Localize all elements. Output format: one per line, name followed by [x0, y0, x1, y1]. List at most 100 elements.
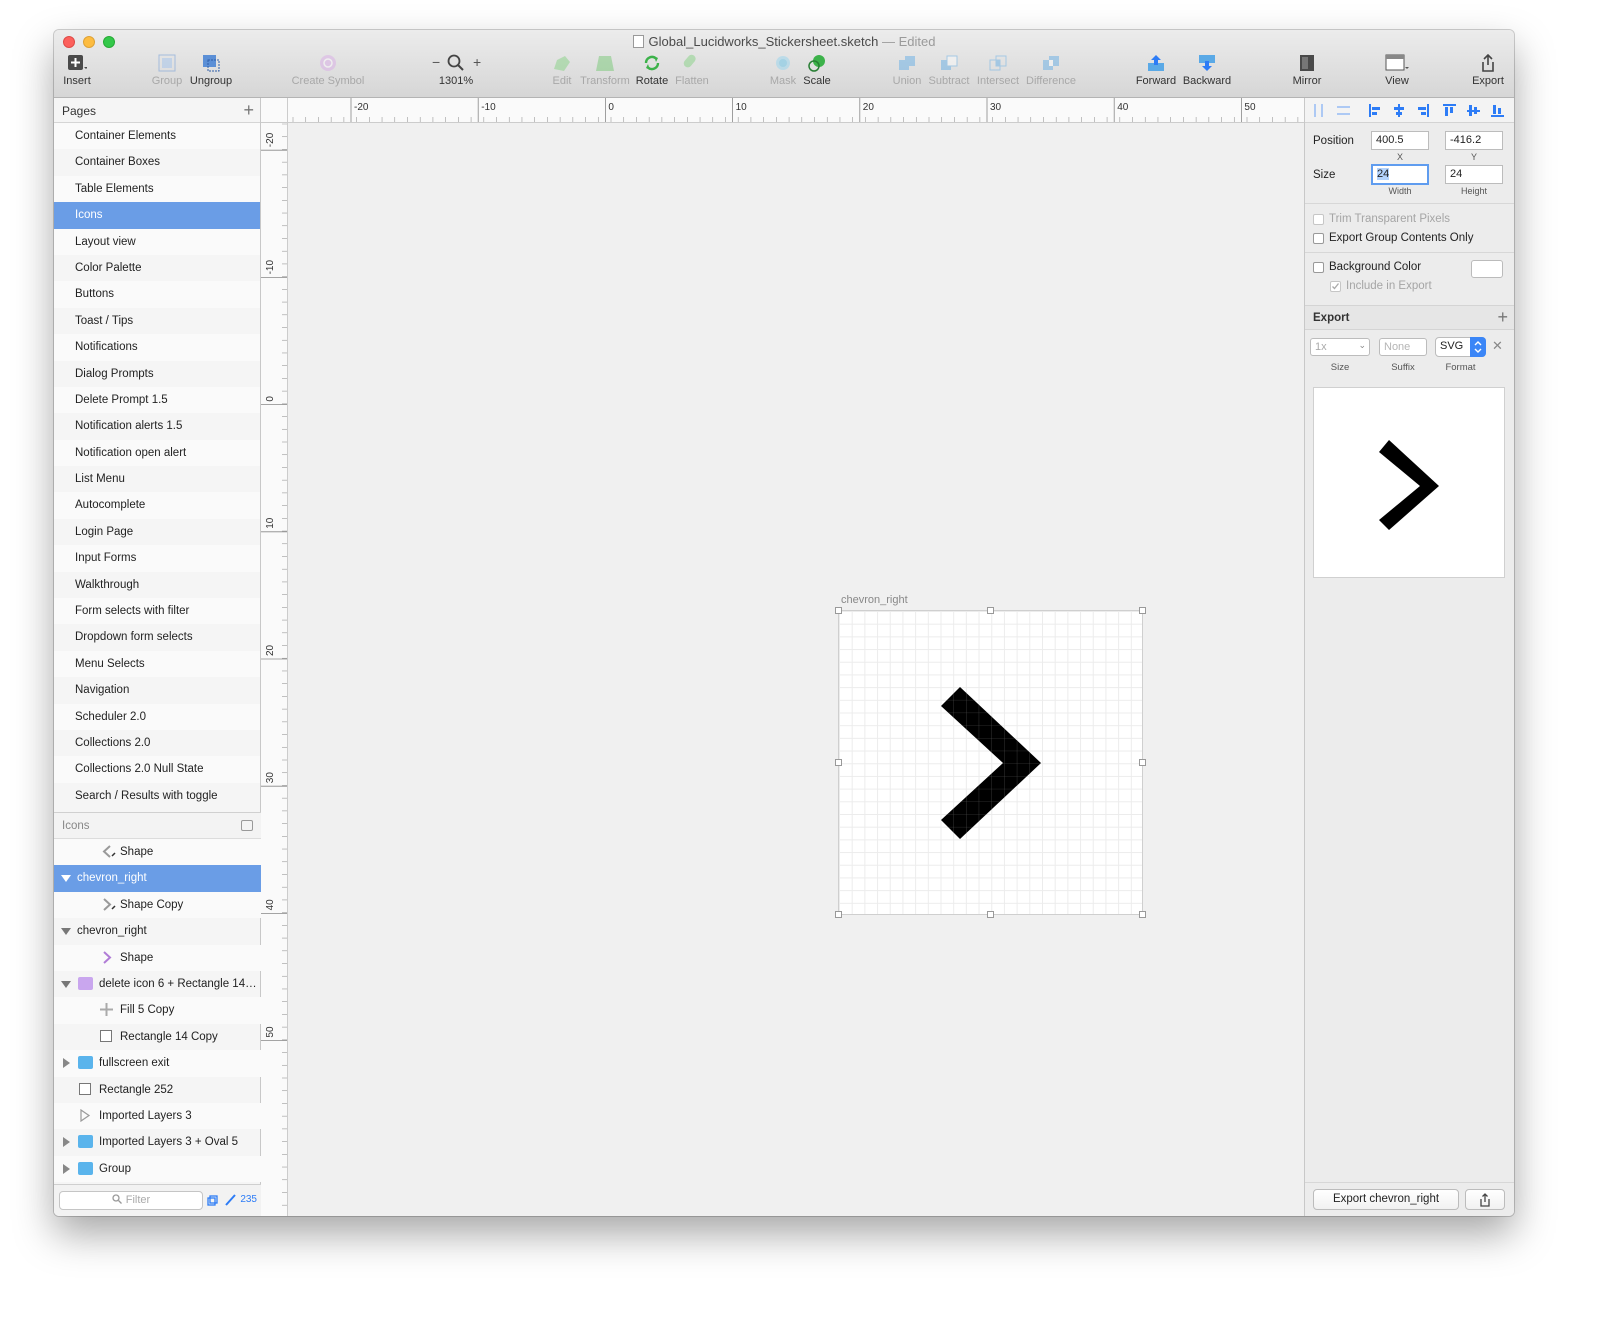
- artboard[interactable]: [835, 607, 1146, 918]
- resize-handle[interactable]: [987, 607, 994, 614]
- page-item[interactable]: Container Boxes: [54, 149, 260, 175]
- include-in-export-checkbox[interactable]: [1330, 281, 1341, 292]
- disclosure-triangle-icon[interactable]: [63, 1163, 70, 1174]
- disclosure-triangle-icon[interactable]: [61, 980, 71, 988]
- align-left-icon[interactable]: [1369, 104, 1381, 117]
- layer-item-selected[interactable]: chevron_right: [54, 865, 261, 892]
- resize-handle[interactable]: [987, 911, 994, 918]
- height-field[interactable]: 24: [1445, 165, 1503, 184]
- artboard-title[interactable]: chevron_right: [841, 594, 908, 606]
- remove-export-button[interactable]: ✕: [1492, 338, 1503, 354]
- page-item[interactable]: Login Page: [54, 519, 260, 545]
- layer-item[interactable]: delete icon 6 + Rectangle 14…: [54, 971, 261, 997]
- layer-item[interactable]: Imported Layers 3 + Oval 5: [54, 1129, 261, 1155]
- export-group-contents-checkbox[interactable]: [1313, 233, 1324, 244]
- page-item[interactable]: Delete Prompt 1.5: [54, 386, 260, 414]
- trim-transparent-checkbox[interactable]: [1313, 214, 1324, 225]
- export-size-select[interactable]: 1x ⌄: [1310, 338, 1370, 356]
- width-field[interactable]: 24: [1371, 164, 1429, 185]
- page-item[interactable]: Icons: [54, 202, 260, 229]
- page-item[interactable]: Autocomplete: [54, 492, 260, 519]
- slice-filter-icon[interactable]: [225, 1194, 236, 1206]
- page-item[interactable]: Notification open alert: [54, 439, 260, 467]
- resize-handle[interactable]: [1139, 759, 1146, 766]
- align-vertical-center-icon[interactable]: [1467, 104, 1480, 117]
- layer-item[interactable]: Imported Layers 3: [54, 1102, 261, 1130]
- page-item[interactable]: Buttons: [54, 281, 260, 308]
- export-format-select[interactable]: SVG: [1435, 337, 1486, 357]
- canvas[interactable]: chevron_right: [288, 123, 1304, 1216]
- resize-handle[interactable]: [1139, 911, 1146, 918]
- layer-item[interactable]: fullscreen exit: [54, 1050, 261, 1077]
- page-item[interactable]: Collections 2.0: [54, 730, 260, 756]
- page-item[interactable]: Form selects with filter: [54, 598, 260, 625]
- page-item[interactable]: Color Palette: [54, 255, 260, 281]
- disclosure-triangle-icon[interactable]: [61, 875, 71, 883]
- layer-item[interactable]: Shape: [54, 839, 261, 866]
- transform-button[interactable]: Transform: [580, 54, 630, 87]
- distribute-vertical-icon[interactable]: [1337, 104, 1350, 117]
- difference-button[interactable]: Difference: [1024, 54, 1078, 87]
- resize-handle[interactable]: [835, 911, 842, 918]
- distribute-horizontal-icon[interactable]: [1313, 104, 1325, 117]
- page-item[interactable]: Dropdown form selects: [54, 624, 260, 650]
- share-button[interactable]: [1465, 1189, 1505, 1210]
- add-page-button[interactable]: +: [243, 100, 254, 121]
- resize-handle[interactable]: [1139, 607, 1146, 614]
- group-button[interactable]: Group: [150, 54, 184, 87]
- subtract-button[interactable]: Subtract: [928, 54, 970, 87]
- background-color-checkbox[interactable]: [1313, 262, 1324, 273]
- page-item[interactable]: Notification alerts 1.5: [54, 413, 260, 439]
- chevron-right-icon[interactable]: [839, 611, 1144, 916]
- backward-button[interactable]: Backward: [1182, 54, 1232, 87]
- page-item[interactable]: Scheduler 2.0: [54, 703, 260, 730]
- rotate-button[interactable]: Rotate: [634, 54, 670, 87]
- page-item[interactable]: Input Forms: [54, 545, 260, 572]
- mirror-button[interactable]: Mirror: [1290, 54, 1324, 87]
- insert-button[interactable]: Insert: [62, 54, 92, 87]
- zoom-out-button[interactable]: −: [432, 54, 440, 70]
- layer-item[interactable]: Rectangle 14 Copy: [54, 1024, 261, 1050]
- layer-item[interactable]: Shape Copy: [54, 891, 261, 919]
- mask-button[interactable]: Mask: [766, 54, 800, 87]
- zoom-in-button[interactable]: +: [473, 54, 481, 70]
- create-symbol-button[interactable]: Create Symbol: [288, 54, 368, 87]
- scale-button[interactable]: Scale: [802, 54, 832, 87]
- intersect-button[interactable]: Intersect: [976, 54, 1020, 87]
- page-item[interactable]: Toast / Tips: [54, 308, 260, 334]
- page-item[interactable]: Layout view: [54, 228, 260, 255]
- page-item[interactable]: Notifications: [54, 334, 260, 361]
- horizontal-ruler[interactable]: -20 -10 0 10 20 30 40 50: [288, 98, 1304, 123]
- position-y-field[interactable]: -416.2: [1445, 131, 1503, 150]
- align-bottom-icon[interactable]: [1491, 104, 1504, 117]
- zoom-control[interactable]: − + 1301%: [426, 54, 486, 87]
- add-export-button[interactable]: +: [1497, 307, 1508, 328]
- edit-button[interactable]: Edit: [546, 54, 578, 87]
- ungroup-button[interactable]: Ungroup: [188, 54, 234, 87]
- resize-handle[interactable]: [835, 759, 842, 766]
- vertical-ruler[interactable]: -20 -10 0 10 20 30 40 50: [261, 123, 288, 1216]
- background-color-well[interactable]: [1471, 260, 1503, 278]
- layer-item[interactable]: Rectangle 252: [54, 1077, 261, 1103]
- align-horizontal-center-icon[interactable]: [1393, 104, 1405, 117]
- export-suffix-input[interactable]: None: [1379, 338, 1427, 356]
- export-artboard-button[interactable]: Export chevron_right: [1313, 1189, 1459, 1210]
- page-item[interactable]: Search / Results with toggle: [54, 783, 260, 809]
- layer-item[interactable]: Group: [54, 1155, 261, 1183]
- disclosure-triangle-icon[interactable]: [63, 1137, 70, 1148]
- view-button[interactable]: View: [1380, 54, 1414, 87]
- position-x-field[interactable]: 400.5: [1371, 131, 1429, 150]
- export-toolbar-button[interactable]: Export: [1470, 54, 1506, 87]
- layer-filter-input[interactable]: Filter: [59, 1191, 203, 1210]
- flatten-button[interactable]: Flatten: [672, 54, 712, 87]
- disclosure-triangle-icon[interactable]: [61, 928, 71, 936]
- page-item[interactable]: Walkthrough: [54, 572, 260, 598]
- forward-button[interactable]: Forward: [1134, 54, 1178, 87]
- page-item[interactable]: Menu Selects: [54, 650, 260, 678]
- page-item[interactable]: Container Elements: [54, 123, 260, 150]
- align-top-icon[interactable]: [1443, 104, 1456, 117]
- union-button[interactable]: Union: [890, 54, 924, 87]
- layer-item[interactable]: Shape: [54, 944, 261, 971]
- page-item[interactable]: Collections 2.0 Null State: [54, 756, 260, 783]
- page-item[interactable]: Navigation: [54, 677, 260, 703]
